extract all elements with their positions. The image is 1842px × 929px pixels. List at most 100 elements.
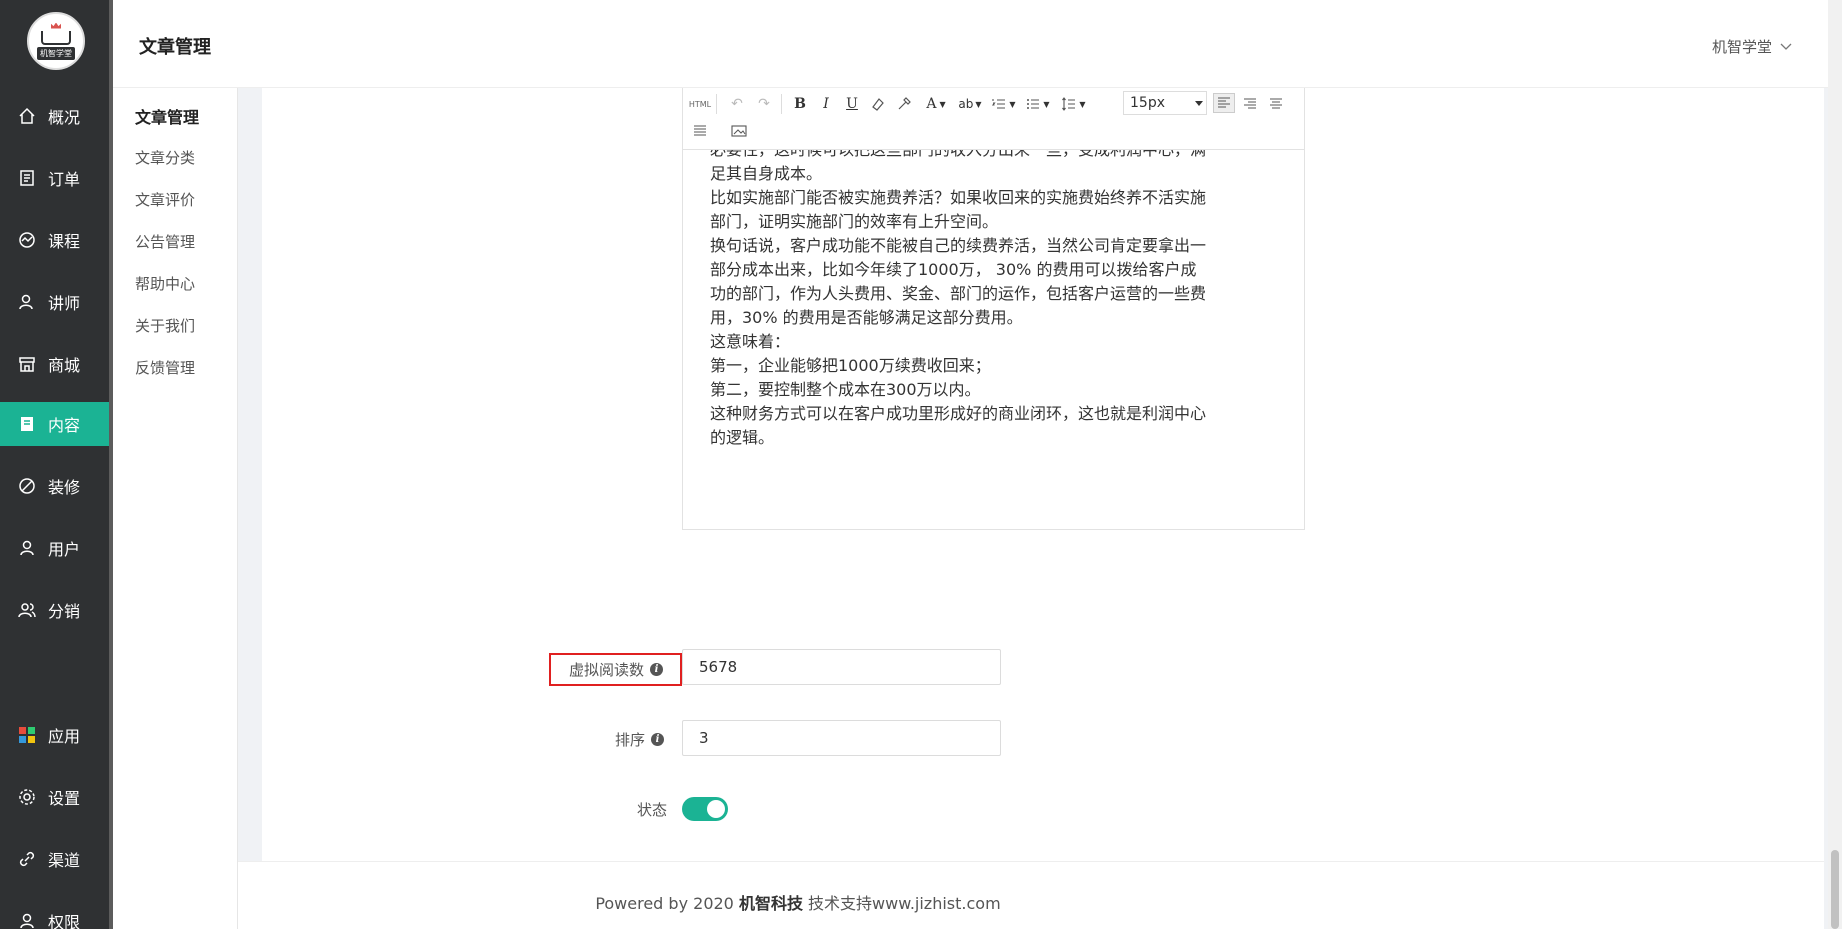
sidebar-item-distribution[interactable]: 分销 (0, 588, 109, 632)
teacher-icon (18, 293, 36, 311)
redo-icon[interactable]: ↷ (755, 94, 773, 114)
sidebar-item-label: 设置 (48, 789, 81, 808)
subnav-item-help-center[interactable]: 帮助中心 (135, 273, 195, 294)
subnav-item-article-management[interactable]: 文章管理 (135, 104, 199, 128)
sidebar-item-label: 内容 (48, 416, 81, 435)
sidebar-item-label: 应用 (48, 727, 81, 746)
sidebar-item-users[interactable]: 用户 (0, 526, 109, 570)
logo-text: 机智学堂 (37, 46, 75, 60)
sidebar-item-label: 讲师 (48, 294, 81, 313)
align-justify-icon[interactable] (689, 121, 711, 141)
editor-line: 用，30% 的费用是否能够满足这部分费用。 (710, 308, 1023, 327)
editor-toolbar: HTML ↶ ↷ B I U A ▼ ab ▼ ▼ ▼ ▼ 15px (683, 88, 1304, 150)
sidebar-item-label: 分销 (48, 602, 81, 621)
user-icon (18, 539, 36, 557)
toggle-knob (707, 800, 725, 818)
brand-logo[interactable]: 机智学堂 (27, 12, 85, 70)
editor-line: 部门，证明实施部门的效率有上升空间。 (710, 212, 999, 231)
sidebar-item-decoration[interactable]: 装修 (0, 464, 109, 508)
subnav-item-announcements[interactable]: 公告管理 (135, 231, 195, 252)
order-icon (18, 169, 36, 187)
distribution-icon (18, 601, 36, 619)
top-header: 文章管理 机智学堂 (113, 0, 1842, 88)
main-sidebar: 机智学堂 概况 订单 课程 讲师 商城 内容 装修 用户 分销 应用 设置 渠道… (0, 0, 113, 929)
editor-line: 这意味着： (710, 332, 791, 351)
footer-text: Powered by 2020 机智科技 技术支持www.jizhist.com (238, 890, 1358, 914)
subnav-item-about-us[interactable]: 关于我们 (135, 315, 195, 336)
sidebar-item-store[interactable]: 商城 (0, 342, 109, 386)
editor-line: 第一，企业能够把1000万续费收回来； (710, 356, 991, 375)
content-icon (18, 415, 36, 433)
sort-input[interactable]: 3 (682, 720, 1001, 756)
format-brush-icon[interactable] (895, 94, 913, 114)
status-toggle[interactable] (682, 797, 728, 821)
font-color-button[interactable]: A ▼ (921, 94, 951, 114)
footer-prefix: Powered by 2020 (595, 894, 739, 913)
sidebar-item-courses[interactable]: 课程 (0, 218, 109, 262)
sidebar-item-channels[interactable]: 渠道 (0, 837, 109, 881)
sidebar-item-label: 课程 (48, 232, 81, 251)
virtual-reads-input[interactable]: 5678 (682, 649, 1001, 685)
scrollbar-thumb[interactable] (1831, 850, 1839, 929)
line-height-icon[interactable]: ▼ (1059, 94, 1089, 114)
background-color-button[interactable]: ab ▼ (955, 94, 985, 114)
crown-icon (51, 22, 61, 29)
permission-icon (18, 912, 36, 929)
course-icon (18, 231, 36, 249)
sidebar-item-apps[interactable]: 应用 (0, 713, 109, 757)
editor-line: 的逻辑。 (710, 428, 775, 447)
sidebar-item-label: 商城 (48, 356, 81, 375)
sidebar-item-permissions[interactable]: 权限 (0, 899, 109, 929)
page-footer: Powered by 2020 机智科技 技术支持www.jizhist.com (238, 861, 1824, 929)
footer-suffix: 技术支持www.jizhist.com (802, 894, 1001, 913)
eraser-icon[interactable] (869, 94, 887, 114)
virtual-reads-label-text: 虚拟阅读数 (569, 661, 645, 679)
subnav-item-article-category[interactable]: 文章分类 (135, 147, 195, 168)
caret-down-icon (1195, 101, 1203, 106)
editor-content[interactable]: 必要性，这时候可以把这些部门的收入分出来一些，变成利润中心，满 足其自身成本。 … (710, 150, 1290, 510)
editor-line: 必要性，这时候可以把这些部门的收入分出来一些，变成利润中心，满 (710, 150, 1290, 162)
image-icon[interactable] (728, 121, 750, 141)
page-scrollbar[interactable] (1828, 0, 1842, 929)
editor-line: 比如实施部门能否被实施费养活？如果收回来的实施费始终养不活实施 (710, 188, 1207, 207)
font-color-label: A (926, 96, 937, 112)
info-icon[interactable]: i (650, 663, 664, 676)
rich-text-editor[interactable]: HTML ↶ ↷ B I U A ▼ ab ▼ ▼ ▼ ▼ 15px 足其自身成… (682, 88, 1305, 530)
info-icon[interactable]: i (651, 733, 665, 746)
sidebar-item-label: 订单 (48, 170, 81, 189)
sidebar-item-label: 装修 (48, 478, 81, 497)
sidebar-item-label: 渠道 (48, 851, 81, 870)
book-icon (41, 30, 71, 45)
align-center-icon[interactable] (1265, 94, 1287, 114)
home-icon (18, 107, 36, 125)
gear-icon (18, 788, 36, 806)
editor-line: 第二，要控制整个成本在300万以内。 (710, 380, 981, 399)
sidebar-item-orders[interactable]: 订单 (0, 156, 109, 200)
ordered-list-icon[interactable]: ▼ (989, 94, 1019, 114)
html-source-button[interactable]: HTML (689, 94, 711, 114)
italic-button[interactable]: I (817, 94, 835, 114)
align-left-icon[interactable] (1213, 93, 1235, 113)
editor-line: 这种财务方式可以在客户成功里形成好的商业闭环，这也就是利润中心 (710, 404, 1207, 423)
sidebar-item-teachers[interactable]: 讲师 (0, 280, 109, 324)
sidebar-item-content[interactable]: 内容 (0, 402, 109, 446)
editor-line: 部分成本出来，比如今年续了1000万， 30% 的费用可以拨给客户成 (710, 260, 1197, 279)
editor-line: 换句话说，客户成功能不能被自己的续费养活，当然公司肯定要拿出一 (710, 236, 1207, 255)
bold-button[interactable]: B (791, 94, 809, 114)
sidebar-item-overview[interactable]: 概况 (0, 94, 109, 138)
align-right-icon[interactable] (1239, 94, 1261, 114)
sidebar-item-settings[interactable]: 设置 (0, 775, 109, 819)
subnav-item-article-review[interactable]: 文章评价 (135, 189, 195, 210)
unordered-list-icon[interactable]: ▼ (1023, 94, 1053, 114)
font-size-value: 15px (1130, 95, 1165, 111)
user-menu[interactable]: 机智学堂 (1712, 36, 1792, 57)
undo-icon[interactable]: ↶ (728, 94, 746, 114)
virtual-reads-label: 虚拟阅读数 i (569, 659, 664, 680)
main-content: HTML ↶ ↷ B I U A ▼ ab ▼ ▼ ▼ ▼ 15px 足其自身成… (262, 88, 1824, 899)
underline-button[interactable]: U (843, 94, 861, 114)
font-size-select[interactable]: 15px (1123, 91, 1207, 115)
subnav-item-feedback[interactable]: 反馈管理 (135, 357, 195, 378)
apps-icon (18, 726, 36, 744)
secondary-nav: 文章管理 文章分类 文章评价 公告管理 帮助中心 关于我们 反馈管理 (113, 88, 238, 929)
sort-label: 排序 i (615, 729, 665, 750)
